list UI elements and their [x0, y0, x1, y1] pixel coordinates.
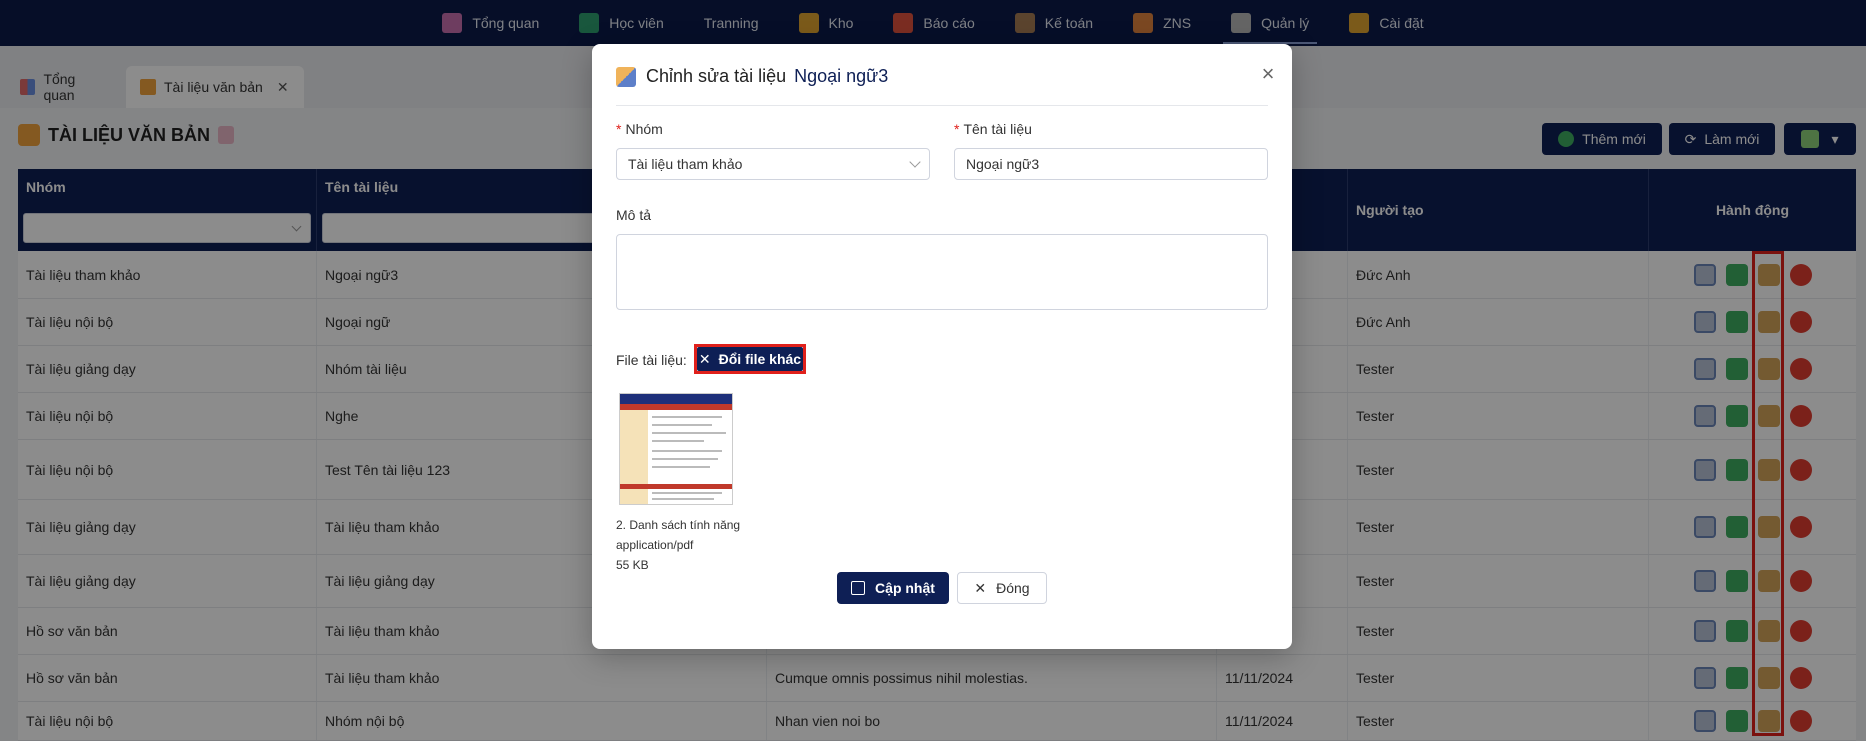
close-icon[interactable]: × — [1256, 62, 1280, 86]
thumb-line — [652, 498, 714, 500]
change-file-button[interactable]: ✕ Đổi file khác — [697, 347, 803, 371]
close-label: Đóng — [996, 580, 1030, 596]
thumb-line — [652, 466, 710, 468]
thumb-line — [652, 458, 718, 460]
file-size: 55 KB — [616, 558, 649, 572]
name-field-label: * Tên tài liệu — [954, 121, 1032, 137]
thumb-line — [652, 440, 704, 442]
required-asterisk: * — [954, 121, 960, 137]
thumb-band — [620, 484, 732, 489]
thumb-line — [652, 424, 712, 426]
edit-document-modal: Chỉnh sửa tài liệu Ngoại ngữ3 × * Nhóm Tà… — [592, 44, 1292, 649]
close-button[interactable]: ✕ Đóng — [957, 572, 1047, 604]
thumb-line — [652, 416, 722, 418]
group-field-label: * Nhóm — [616, 121, 663, 137]
edit-note-icon — [616, 66, 636, 87]
description-label-text: Mô tả — [616, 207, 652, 223]
modal-title: Chỉnh sửa tài liệu Ngoại ngữ3 — [616, 66, 888, 87]
divider — [616, 105, 1268, 106]
thumb-line — [652, 432, 726, 434]
thumb-line — [652, 492, 722, 494]
edit-icon — [851, 581, 866, 595]
modal-doc-name: Ngoại ngữ3 — [794, 66, 889, 86]
close-icon: ✕ — [698, 350, 711, 367]
change-file-label: Đổi file khác — [718, 351, 802, 367]
group-select[interactable]: Tài liệu tham khảo — [616, 148, 930, 180]
update-label: Cập nhật — [875, 580, 935, 596]
chevron-down-icon — [909, 156, 921, 168]
description-textarea[interactable] — [616, 234, 1268, 310]
file-thumbnail[interactable] — [619, 393, 733, 505]
file-label: File tài liệu: — [616, 352, 687, 368]
document-name-input[interactable]: Ngoại ngữ3 — [954, 148, 1268, 180]
file-type: application/pdf — [616, 538, 694, 552]
document-name-value: Ngoại ngữ3 — [966, 156, 1040, 172]
description-field-label: Mô tả — [616, 207, 651, 223]
name-label-text: Tên tài liệu — [963, 121, 1032, 137]
update-button[interactable]: Cập nhật — [837, 572, 949, 604]
file-name: 2. Danh sách tính năng — [616, 518, 741, 532]
group-label-text: Nhóm — [625, 121, 663, 137]
change-file-highlight: ✕ Đổi file khác — [694, 344, 806, 374]
thumb-column — [620, 410, 648, 504]
modal-title-text: Chỉnh sửa tài liệu — [646, 66, 787, 86]
required-asterisk: * — [616, 121, 622, 137]
thumb-line — [652, 450, 722, 452]
group-select-value: Tài liệu tham khảo — [628, 156, 743, 172]
close-icon: ✕ — [974, 579, 987, 596]
thumb-header — [620, 394, 732, 404]
